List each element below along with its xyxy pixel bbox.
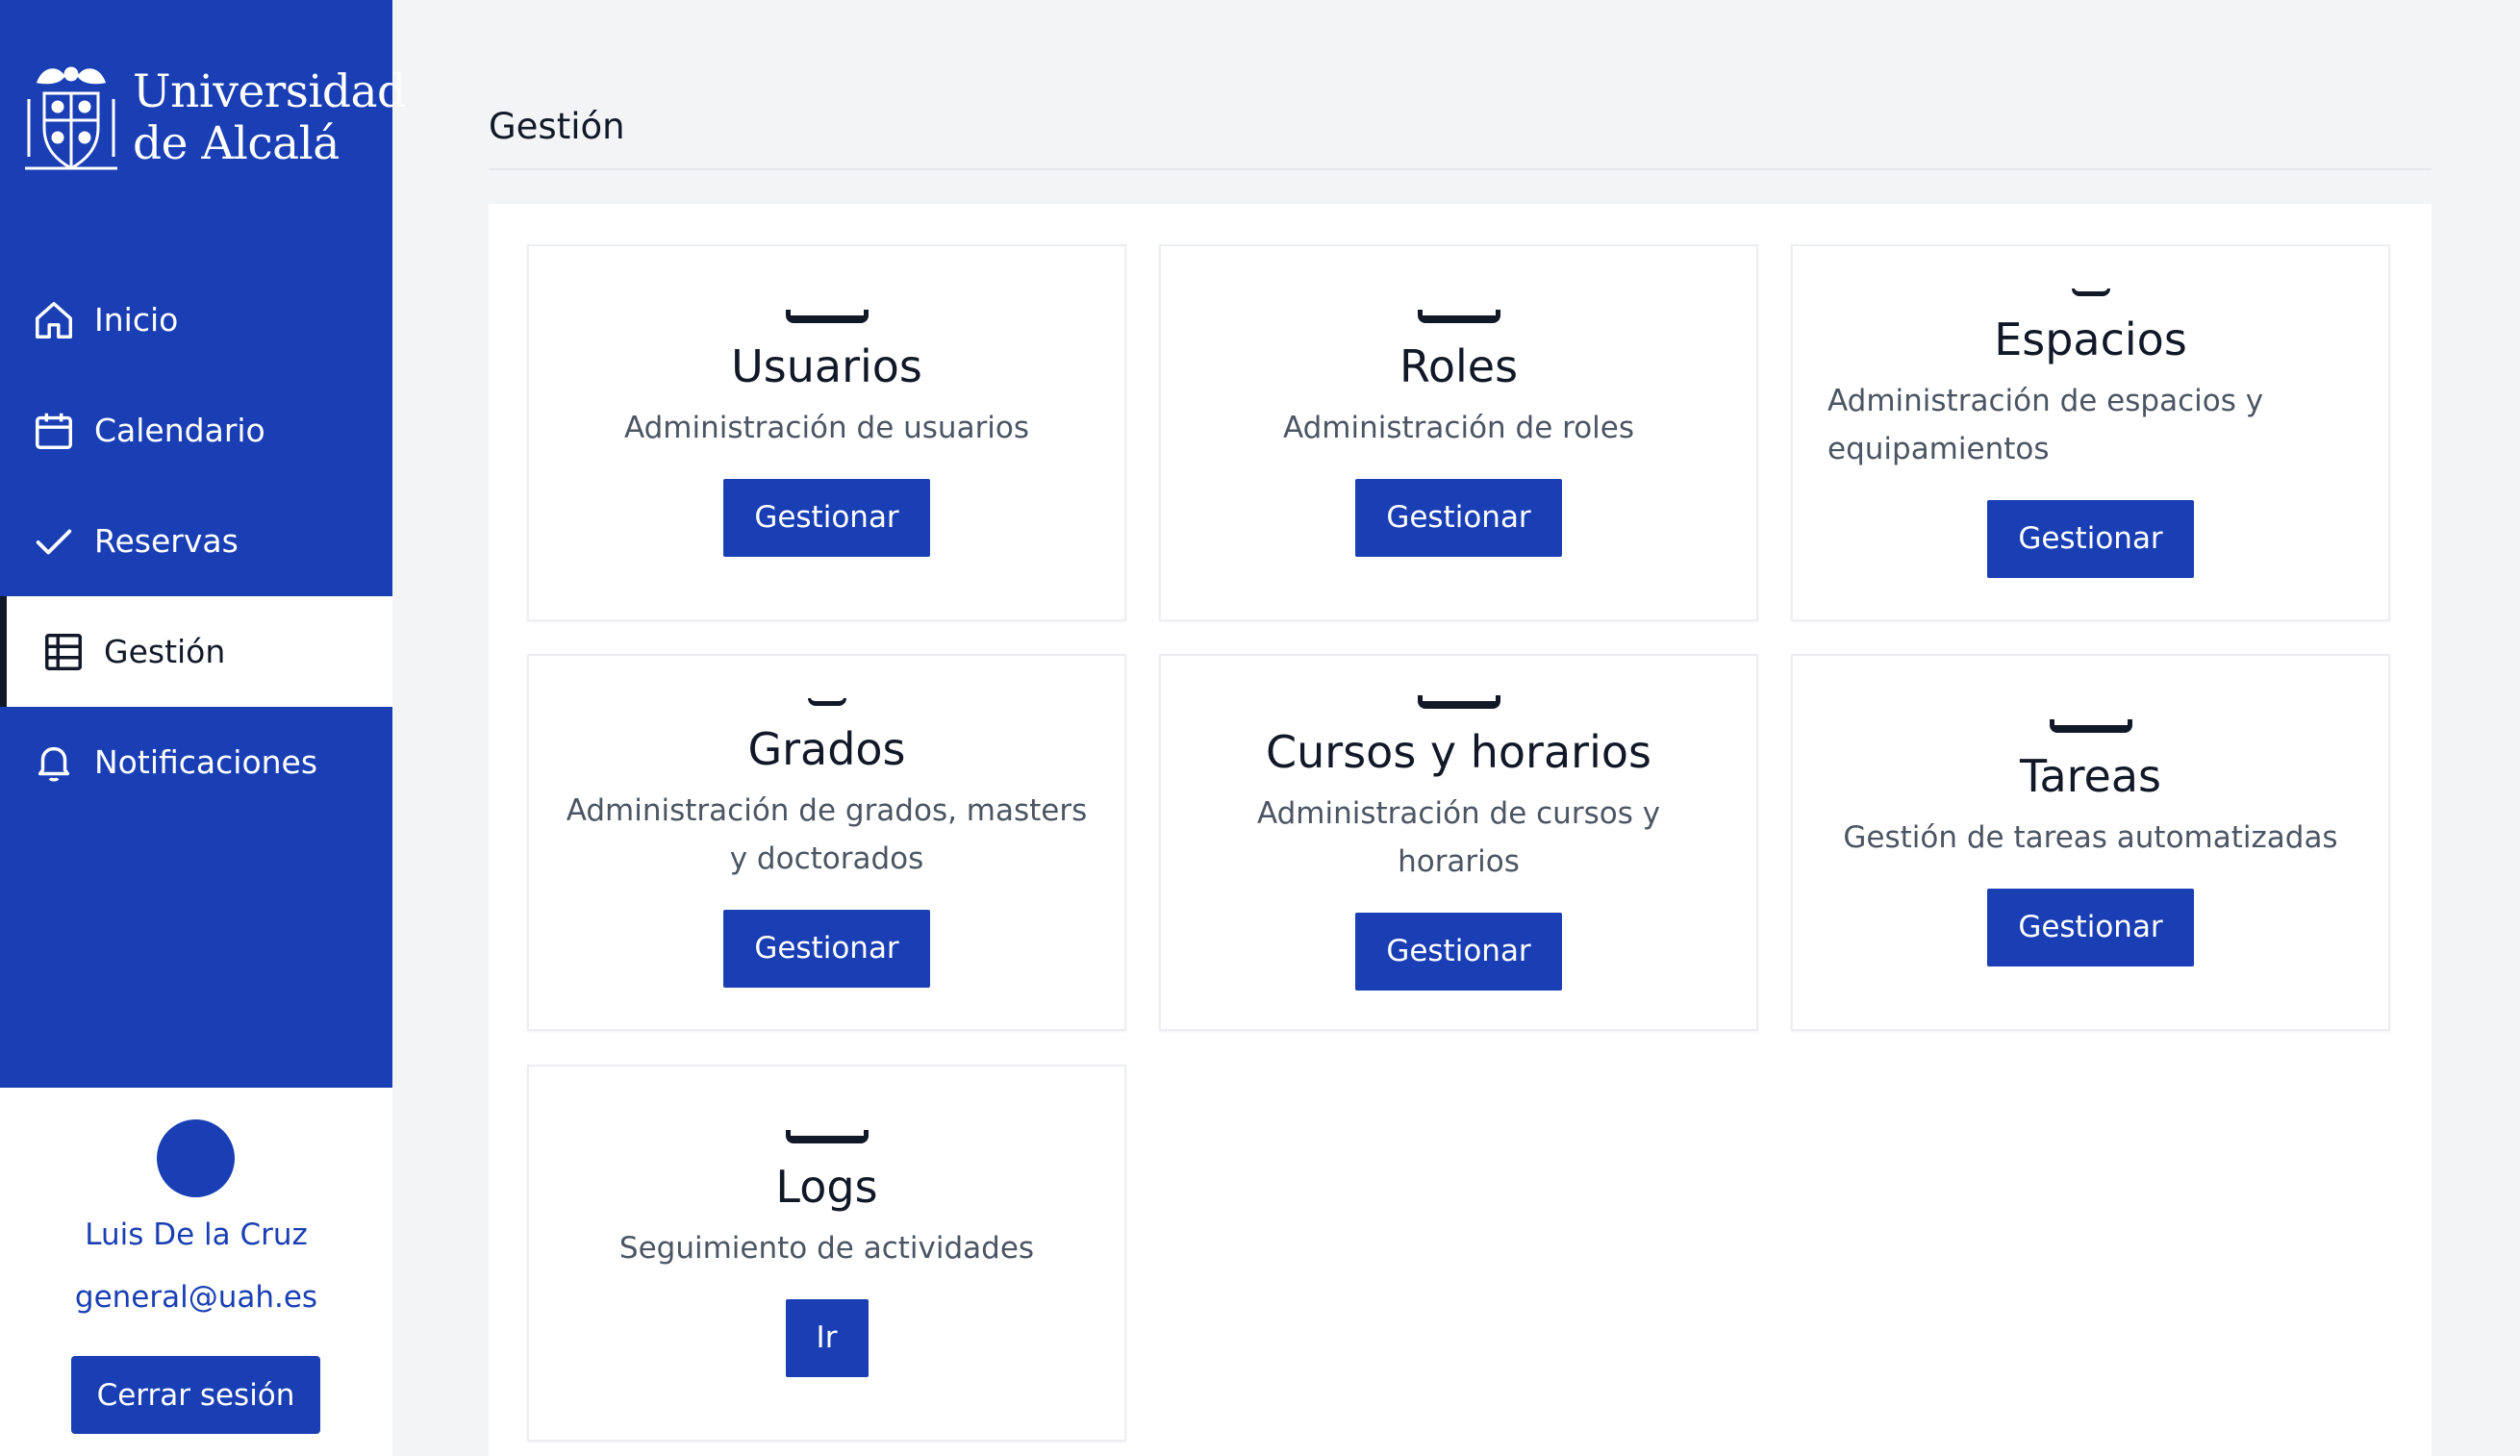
users-icon xyxy=(785,309,869,323)
card-description: Seguimiento de actividades xyxy=(618,1230,1035,1266)
gestionar-roles-button[interactable]: Gestionar xyxy=(1355,478,1562,557)
calendar-icon xyxy=(31,408,77,454)
nav-item-inicio[interactable]: Inicio xyxy=(0,264,392,375)
main-nav: Inicio Calendario Reservas Gestión Notif… xyxy=(0,264,392,817)
bell-icon xyxy=(31,740,77,786)
card-description: Administración de espacios y equipamient… xyxy=(1827,383,2264,466)
user-email: general@uah.es xyxy=(74,1280,318,1315)
nav-label: Reservas xyxy=(94,522,239,560)
card-description: Administración de cursos y horarios xyxy=(1256,795,1661,879)
card-usuarios: Usuarios Administración de usuarios Gest… xyxy=(527,244,1126,621)
card-title: Espacios xyxy=(1994,313,2187,365)
card-espacios: Espacios Administración de espacios y eq… xyxy=(1791,244,2390,621)
university-name-line2: de Alcalá xyxy=(133,117,340,170)
card-description: Administración de usuarios xyxy=(623,410,1030,445)
roles-icon xyxy=(1417,309,1500,323)
gestionar-usuarios-button[interactable]: Gestionar xyxy=(723,478,930,557)
sidebar-nav-panel: Universidad de Alcalá Inicio Calendario … xyxy=(0,0,406,1088)
university-name: Universidad de Alcalá xyxy=(133,66,406,170)
university-logo[interactable]: Universidad de Alcalá xyxy=(21,56,406,181)
check-icon xyxy=(31,518,77,565)
card-grados: Grados Administración de grados, masters… xyxy=(527,654,1126,1031)
table-grid-icon xyxy=(40,629,87,675)
nav-label: Calendario xyxy=(94,412,265,449)
nav-item-calendario[interactable]: Calendario xyxy=(0,375,392,486)
nav-label: Gestión xyxy=(104,633,226,670)
nav-label: Notificaciones xyxy=(94,743,318,781)
home-icon xyxy=(31,297,77,343)
logs-icon xyxy=(785,1129,869,1143)
gestionar-grados-button[interactable]: Gestionar xyxy=(723,909,930,988)
card-title: Cursos y horarios xyxy=(1266,725,1651,778)
spaces-icon xyxy=(2071,288,2110,296)
card-title: Tareas xyxy=(2019,749,2162,802)
card-description: Gestión de tareas automatizadas xyxy=(1843,819,2338,855)
card-cursos-horarios: Cursos y horarios Administración de curs… xyxy=(1159,654,1758,1031)
app-root: Universidad de Alcalá Inicio Calendario … xyxy=(0,0,2520,1456)
logout-button[interactable]: Cerrar sesión xyxy=(71,1356,320,1434)
card-description: Administración de roles xyxy=(1282,410,1635,445)
degrees-icon xyxy=(807,697,846,706)
card-tareas: Tareas Gestión de tareas automatizadas G… xyxy=(1791,654,2390,1031)
sidebar: Universidad de Alcalá Inicio Calendario … xyxy=(0,0,406,1456)
nav-item-reservas[interactable]: Reservas xyxy=(0,486,392,596)
card-title: Usuarios xyxy=(731,339,922,392)
gestionar-tareas-button[interactable]: Gestionar xyxy=(1987,888,2194,966)
card-title: Logs xyxy=(775,1160,878,1213)
card-roles: Roles Administración de roles Gestionar xyxy=(1159,244,1758,621)
user-name: Luis De la Cruz xyxy=(85,1218,308,1252)
main-content: Gestión Usuarios Administración de usuar… xyxy=(392,0,2520,1456)
card-logs: Logs Seguimiento de actividades Ir xyxy=(527,1065,1126,1442)
management-panel: Usuarios Administración de usuarios Gest… xyxy=(489,204,2432,1456)
nav-item-gestion[interactable]: Gestión xyxy=(0,596,392,707)
courses-icon xyxy=(1417,694,1500,709)
page-title: Gestión xyxy=(489,106,625,147)
ir-logs-button[interactable]: Ir xyxy=(785,1298,869,1377)
card-title: Grados xyxy=(747,722,906,775)
nav-label: Inicio xyxy=(94,301,179,339)
user-panel: Luis De la Cruz general@uah.es Cerrar se… xyxy=(0,1088,392,1456)
card-title: Roles xyxy=(1399,339,1519,392)
university-crest-icon xyxy=(25,66,117,170)
gestionar-espacios-button[interactable]: Gestionar xyxy=(1987,499,2194,578)
nav-item-notificaciones[interactable]: Notificaciones xyxy=(0,707,392,817)
tasks-icon xyxy=(2049,718,2132,733)
avatar[interactable] xyxy=(157,1119,235,1197)
title-divider xyxy=(489,168,2432,170)
university-name-line1: Universidad xyxy=(133,65,406,118)
card-description: Administración de grados, masters y doct… xyxy=(566,792,1088,876)
gestionar-cursos-button[interactable]: Gestionar xyxy=(1355,912,1562,991)
